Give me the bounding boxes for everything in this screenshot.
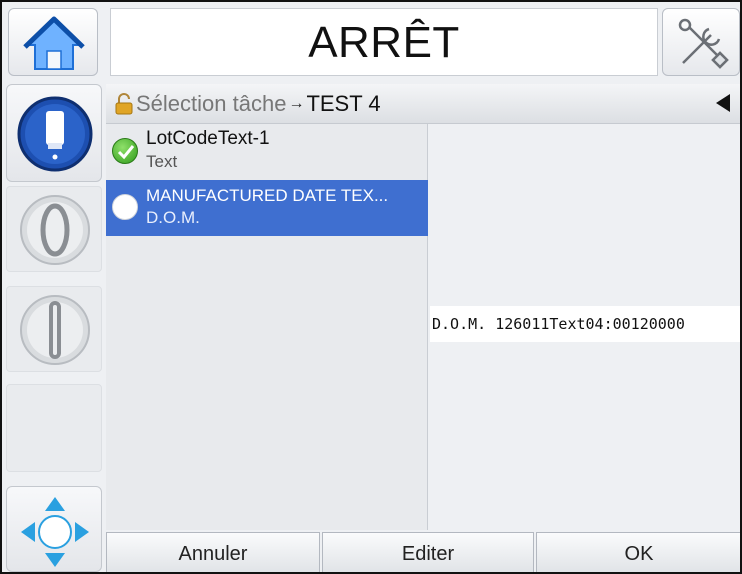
ink-status-button[interactable] xyxy=(6,84,102,182)
empty-side-panel xyxy=(6,384,102,472)
home-icon xyxy=(23,16,85,70)
unlock-icon xyxy=(115,92,133,114)
field-name: MANUFACTURED DATE TEX... xyxy=(146,186,389,205)
navigation-button[interactable] xyxy=(6,486,102,572)
breadcrumb-parent[interactable]: Sélection tâche xyxy=(136,91,286,117)
status-title-box: ARRÊT xyxy=(110,8,658,76)
back-arrow-icon[interactable] xyxy=(716,94,730,112)
tools-button[interactable] xyxy=(662,8,740,76)
status-title: ARRÊT xyxy=(308,18,460,67)
field-type: D.O.M. xyxy=(146,208,200,227)
start-line-icon xyxy=(20,295,90,365)
field-item-manufactured-date[interactable]: MANUFACTURED DATE TEX... D.O.M. xyxy=(106,180,428,236)
cancel-button[interactable]: Annuler xyxy=(106,532,320,572)
field-item-lotcodetext[interactable]: LotCodeText-1 Text xyxy=(106,124,428,180)
field-type: Text xyxy=(146,152,178,171)
message-preview: D.O.M. 126011Text04:00120000 xyxy=(428,124,740,530)
stop-circle-icon xyxy=(20,195,90,265)
check-icon xyxy=(112,138,138,164)
field-list: LotCodeText-1 Text MANUFACTURED DATE TEX… xyxy=(106,124,428,530)
ok-button[interactable]: OK xyxy=(536,532,740,572)
left-sidebar xyxy=(6,84,102,572)
unchecked-circle-icon xyxy=(112,194,138,220)
breadcrumb-current: TEST 4 xyxy=(306,90,381,116)
ink-icon xyxy=(17,96,93,172)
breadcrumb-separator: → xyxy=(288,94,305,112)
edit-button[interactable]: Editer xyxy=(322,532,534,572)
breadcrumb: Sélection tâche → TEST 4 xyxy=(106,84,740,124)
bottom-button-bar: Annuler Editer OK xyxy=(106,532,740,572)
tools-icon xyxy=(678,18,729,69)
navigation-arrows-icon xyxy=(21,497,89,567)
printer-screen: ARRÊT Sélection tâche → TEST 4 LotCodeTe… xyxy=(0,0,742,574)
home-button[interactable] xyxy=(8,8,98,76)
stop-button-panel[interactable] xyxy=(6,186,102,272)
field-name: LotCodeText-1 xyxy=(146,128,270,149)
preview-text: D.O.M. 126011Text04:00120000 xyxy=(430,306,740,342)
start-button-panel[interactable] xyxy=(6,286,102,372)
